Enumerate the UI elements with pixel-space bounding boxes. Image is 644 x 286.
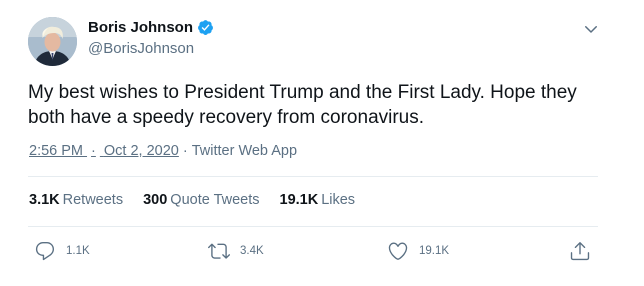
quote-tweets-count: 300 xyxy=(143,192,168,208)
meta-separator: · xyxy=(182,143,188,159)
heart-icon xyxy=(388,242,408,260)
tweet-date: Oct 2, 2020 xyxy=(103,143,179,159)
author-handle[interactable]: @BorisJohnson xyxy=(88,40,194,57)
like-button[interactable]: 19.1K xyxy=(387,240,449,262)
meta-separator: · xyxy=(91,143,96,159)
tweet-time: 2:56 PM xyxy=(29,143,83,159)
like-count: 19.1K xyxy=(419,245,450,257)
retweet-button[interactable]: 3.4K xyxy=(208,240,264,262)
verified-badge-icon xyxy=(198,20,213,35)
tweet-card: Boris Johnson @BorisJohnson My best wish… xyxy=(0,0,644,286)
reply-count: 1.1K xyxy=(66,245,90,257)
tweet-source: Twitter Web App xyxy=(191,143,298,159)
tweet-text: My best wishes to President Trump and th… xyxy=(28,82,577,128)
likes-label: Likes xyxy=(321,192,356,208)
quote-tweets-stat[interactable]: 300 Quote Tweets xyxy=(143,192,259,208)
retweet-icon xyxy=(208,243,230,259)
chevron-down-icon[interactable] xyxy=(582,20,600,38)
retweet-count: 3.4K xyxy=(240,245,264,257)
likes-stat[interactable]: 19.1K Likes xyxy=(280,192,356,208)
share-icon xyxy=(570,242,590,261)
retweets-count: 3.1K xyxy=(29,192,60,208)
avatar[interactable] xyxy=(28,17,77,66)
tweet-stats: 3.1K Retweets 300 Quote Tweets 19.1K Likes xyxy=(29,192,355,208)
divider xyxy=(28,226,598,227)
tweet-meta: 2:56 PM · Oct 2, 2020 · Twitter Web App xyxy=(29,143,297,159)
tweet-actions-bar: 1.1K 3.4K 19.1K xyxy=(0,236,644,270)
retweets-stat[interactable]: 3.1K Retweets xyxy=(29,192,123,208)
retweets-label: Retweets xyxy=(62,192,124,208)
author-name-row: Boris Johnson xyxy=(88,19,214,36)
avatar-image xyxy=(28,17,77,66)
share-button[interactable] xyxy=(569,240,591,262)
reply-icon xyxy=(35,242,55,261)
divider xyxy=(28,176,598,177)
likes-count: 19.1K xyxy=(279,192,319,208)
tweet-timestamp-link[interactable]: 2:56 PM · Oct 2, 2020 xyxy=(29,143,179,159)
quote-tweets-label: Quote Tweets xyxy=(170,192,260,208)
display-name[interactable]: Boris Johnson xyxy=(88,19,193,36)
reply-button[interactable]: 1.1K xyxy=(34,240,90,262)
